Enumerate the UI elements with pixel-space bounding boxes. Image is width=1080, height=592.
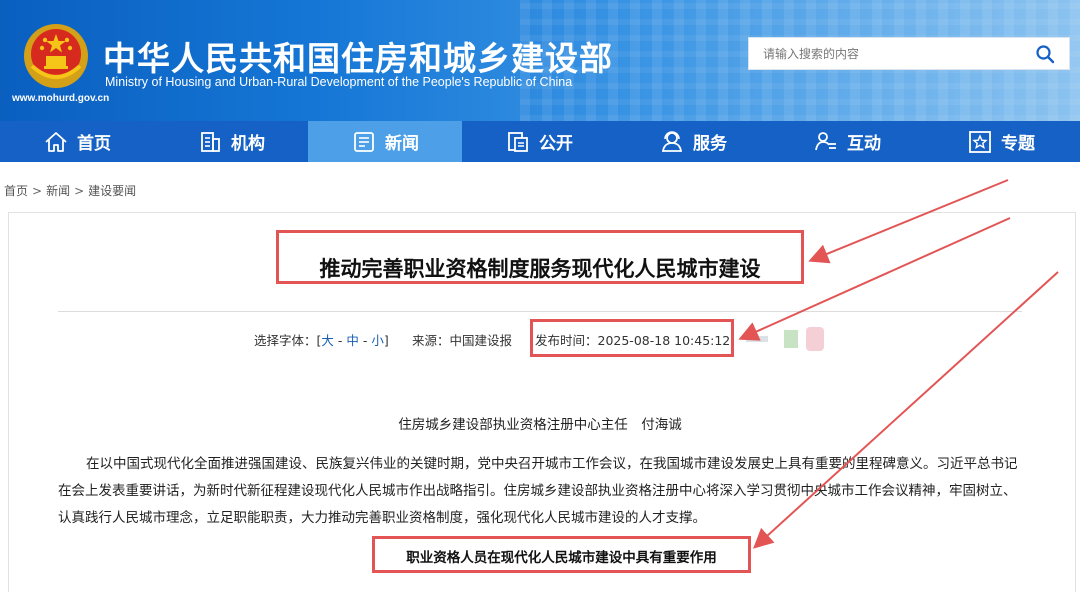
font-label: 选择字体：[ (254, 333, 322, 348)
breadcrumb-separator: > (32, 184, 43, 198)
service-icon (661, 130, 683, 152)
nav-item-public[interactable]: 公开 (462, 121, 616, 162)
nav-item-label: 服务 (693, 134, 727, 154)
font-small-link[interactable]: 小 (371, 333, 384, 348)
site-header: www.mohurd.gov.cn 中华人民共和国住房和城乡建设部 Minist… (0, 0, 1080, 121)
search-input[interactable] (749, 38, 1029, 69)
breadcrumb-construction-news[interactable]: 建设要闻 (88, 184, 136, 198)
nav-item-organization[interactable]: 机构 (154, 121, 308, 162)
font-large-link[interactable]: 大 (321, 333, 334, 348)
national-emblem-icon[interactable] (22, 22, 90, 90)
document-icon (508, 131, 528, 152)
nav-item-label: 互动 (847, 134, 881, 154)
nav-item-label: 机构 (231, 134, 265, 154)
nav-item-label: 新闻 (385, 134, 419, 154)
nav-item-home[interactable]: 首页 (0, 121, 154, 162)
article-subheading: 职业资格人员在现代化人民城市建设中具有重要作用 (406, 550, 717, 566)
nav-item-label: 公开 (539, 134, 573, 154)
font-size-selector: 选择字体：[大 - 中 - 小] (254, 333, 389, 348)
article-title: 推动完善职业资格制度服务现代化人民城市建设 (319, 257, 761, 281)
nav-item-topic[interactable]: 专题 (924, 121, 1078, 162)
news-icon (354, 131, 374, 152)
breadcrumb-separator: > (74, 184, 85, 198)
blurred-share-icons (746, 327, 824, 351)
search-box (748, 37, 1070, 70)
article-author: 住房城乡建设部执业资格注册中心主任 付海诚 (398, 417, 682, 433)
breadcrumb-news[interactable]: 新闻 (46, 184, 70, 198)
font-medium-link[interactable]: 中 (346, 333, 359, 348)
title-divider (58, 311, 1022, 312)
interaction-icon (815, 131, 836, 150)
font-close-bracket: ] (383, 333, 389, 348)
nav-item-label: 首页 (77, 134, 111, 154)
nav-item-news[interactable]: 新闻 (308, 121, 462, 162)
site-subtitle: Ministry of Housing and Urban-Rural Deve… (105, 75, 573, 89)
breadcrumb: 首页 > 新闻 > 建设要闻 (4, 182, 136, 199)
site-url: www.mohurd.gov.cn (12, 93, 110, 104)
star-icon (969, 130, 991, 153)
nav-item-interaction[interactable]: 互动 (770, 121, 924, 162)
breadcrumb-home[interactable]: 首页 (4, 184, 28, 198)
article-paragraph: 在以中国式现代化全面推进强国建设、民族复兴伟业的关键时期，党中央召开城市工作会议… (58, 456, 1018, 526)
nav-item-label: 专题 (1001, 134, 1035, 154)
article-source: 来源：中国建设报 (412, 333, 513, 348)
publish-time: 发布时间：2025-08-18 10:45:12 (535, 333, 731, 348)
search-icon[interactable] (1035, 44, 1055, 64)
home-icon (45, 131, 67, 152)
building-icon (201, 131, 220, 152)
main-nav: 首页 机构 新闻 公开 服务 互动 专题 (0, 121, 1080, 162)
site-title[interactable]: 中华人民共和国住房和城乡建设部 (103, 32, 613, 80)
nav-item-service[interactable]: 服务 (616, 121, 770, 162)
